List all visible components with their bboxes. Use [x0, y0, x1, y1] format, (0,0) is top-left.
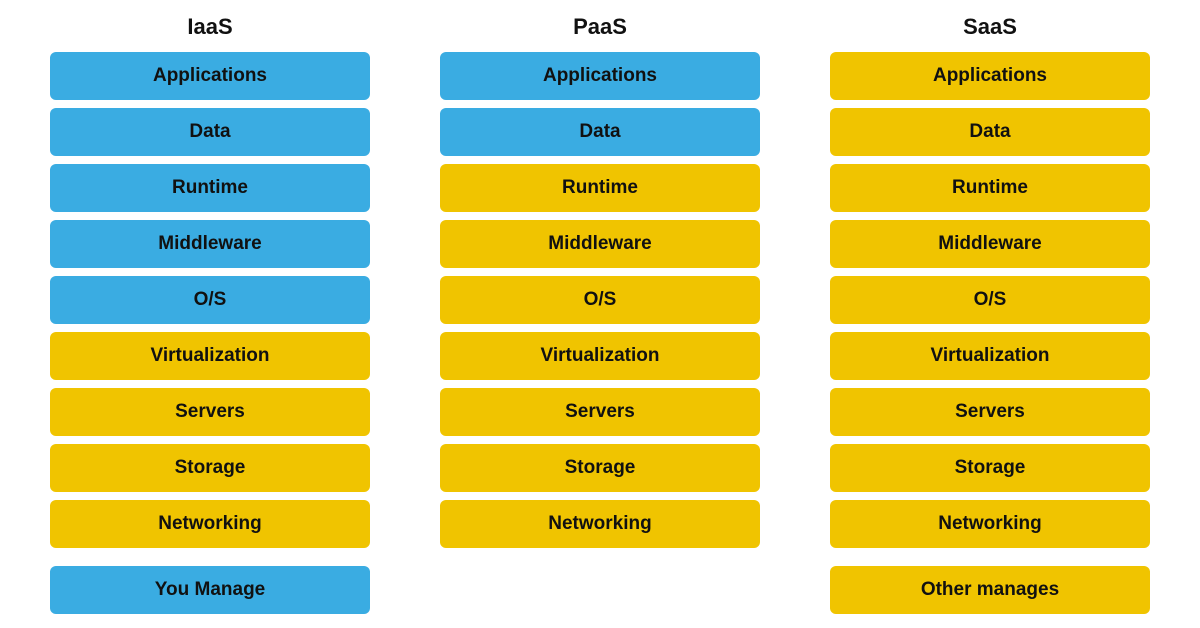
- cell-saas-networking: Networking: [830, 500, 1150, 548]
- cell-saas-applications: Applications: [830, 52, 1150, 100]
- cell-paas-runtime: Runtime: [440, 164, 760, 212]
- cell-iaas-servers: Servers: [50, 388, 370, 436]
- cell-iaas-storage: Storage: [50, 444, 370, 492]
- cell-iaas-o-s: O/S: [50, 276, 370, 324]
- column-saas: Applications Data Runtime Middleware O/S Virt…: [830, 52, 1150, 548]
- legend-saas: Other manages: [830, 566, 1150, 614]
- cell-iaas-virtualization: Virtualization: [50, 332, 370, 380]
- other-manages-badge: Other manages: [830, 566, 1150, 614]
- header-paas: PaaS: [440, 14, 760, 40]
- cell-iaas-networking: Networking: [50, 500, 370, 548]
- cell-iaas-middleware: Middleware: [50, 220, 370, 268]
- header-iaas: IaaS: [50, 14, 370, 40]
- cell-paas-networking: Networking: [440, 500, 760, 548]
- cell-paas-storage: Storage: [440, 444, 760, 492]
- cell-paas-applications: Applications: [440, 52, 760, 100]
- cell-paas-middleware: Middleware: [440, 220, 760, 268]
- cell-paas-virtualization: Virtualization: [440, 332, 760, 380]
- cell-saas-middleware: Middleware: [830, 220, 1150, 268]
- column-paas: Applications Data Runtime Middleware O/S Virt…: [440, 52, 760, 548]
- you-manage-badge: You Manage: [50, 566, 370, 614]
- cell-iaas-runtime: Runtime: [50, 164, 370, 212]
- cell-saas-data: Data: [830, 108, 1150, 156]
- legend-iaas: You Manage: [50, 566, 370, 614]
- cell-saas-o-s: O/S: [830, 276, 1150, 324]
- cell-saas-runtime: Runtime: [830, 164, 1150, 212]
- cell-saas-servers: Servers: [830, 388, 1150, 436]
- cell-saas-virtualization: Virtualization: [830, 332, 1150, 380]
- cell-paas-data: Data: [440, 108, 760, 156]
- header-saas: SaaS: [830, 14, 1150, 40]
- cell-paas-servers: Servers: [440, 388, 760, 436]
- column-headers: IaaS PaaS SaaS: [50, 14, 1150, 40]
- column-iaas: Applications Data Runtime Middleware O/S Virt…: [50, 52, 370, 548]
- legend-row: You Manage Other manages: [50, 566, 1150, 614]
- main-container: IaaS PaaS SaaS Applications Data Runtime Mi…: [50, 14, 1150, 614]
- cell-paas-o-s: O/S: [440, 276, 760, 324]
- comparison-grid: Applications Data Runtime Middleware O/S Virt…: [50, 52, 1150, 548]
- cell-iaas-data: Data: [50, 108, 370, 156]
- cell-saas-storage: Storage: [830, 444, 1150, 492]
- legend-paas-empty: [440, 566, 760, 614]
- cell-iaas-applications: Applications: [50, 52, 370, 100]
